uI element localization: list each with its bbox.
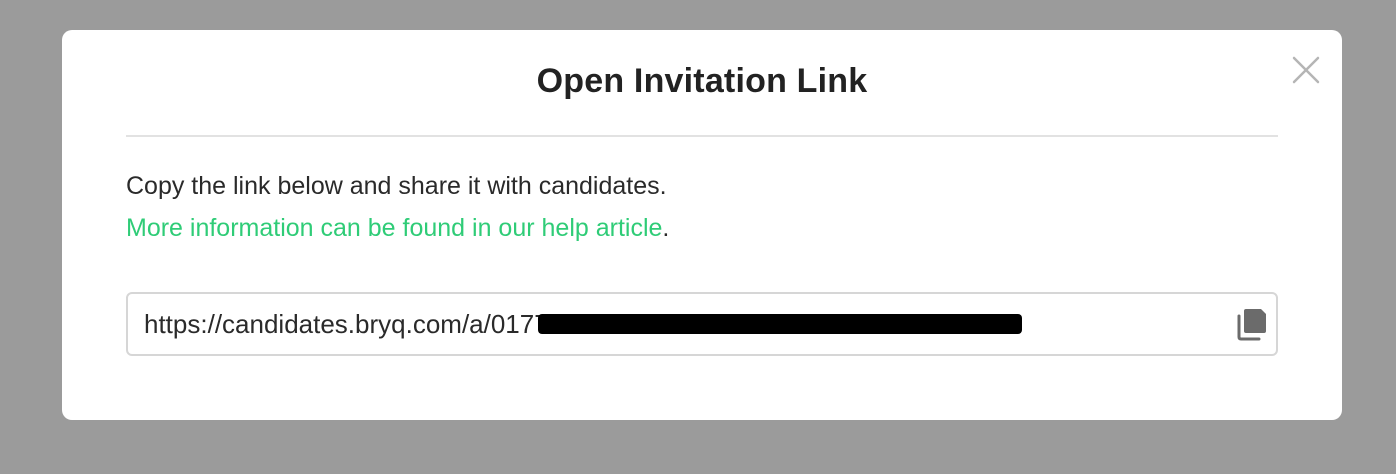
invitation-link-field [126,292,1278,356]
title-divider [126,135,1278,137]
help-article-link[interactable]: More information can be found in our hel… [126,214,662,242]
copy-icon [1237,309,1266,341]
redaction-mark [538,314,1022,334]
dialog-description: Copy the link below and share it with ca… [126,172,667,200]
invitation-link-dialog: Open Invitation Link Copy the link below… [62,30,1342,420]
dialog-title: Open Invitation Link [536,62,868,100]
help-suffix: . [662,214,670,242]
copy-link-button[interactable] [1234,306,1270,342]
help-line: More information can be found in our hel… [126,214,669,243]
